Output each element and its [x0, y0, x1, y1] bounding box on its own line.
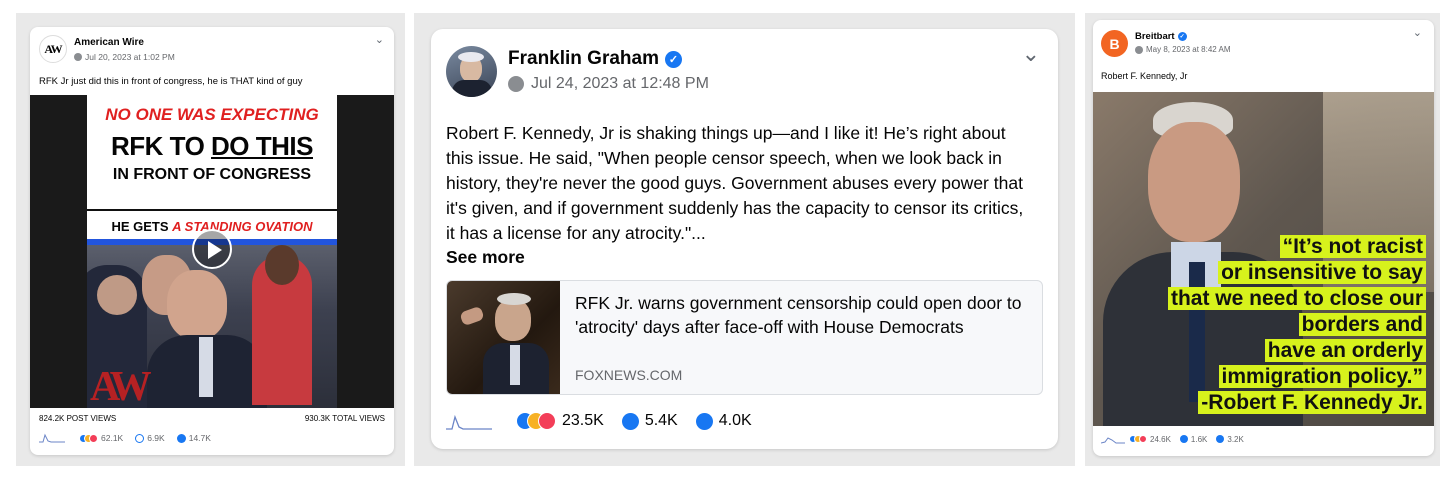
post-card-american-wire: AW American Wire Jul 20, 2023 at 1:02 PM…: [30, 27, 394, 455]
post-card-franklin-graham: Franklin Graham ✓ Jul 24, 2023 at 12:48 …: [431, 29, 1058, 449]
author-name[interactable]: Breitbart: [1135, 31, 1175, 42]
post-date[interactable]: Jul 24, 2023 at 12:48 PM: [531, 75, 709, 93]
total-views: 930.3K TOTAL VIEWS: [304, 414, 385, 423]
reaction-count[interactable]: 24.6K: [1150, 435, 1171, 444]
comment-icon[interactable]: [621, 412, 639, 430]
link-preview[interactable]: RFK Jr. warns government censorship coul…: [446, 280, 1043, 395]
quote-attribution: -Robert F. Kennedy Jr.: [1198, 391, 1426, 414]
author-avatar[interactable]: B: [1101, 30, 1128, 57]
post-date[interactable]: May 8, 2023 at 8:42 AM: [1146, 45, 1231, 54]
verified-icon: ✓: [665, 50, 682, 68]
headline-line-4b: A STANDING OVATION: [172, 219, 313, 234]
share-icon[interactable]: [1216, 435, 1225, 443]
reaction-icons[interactable]: [1129, 435, 1147, 443]
see-more-link[interactable]: See more: [446, 247, 525, 268]
reaction-icons[interactable]: [79, 433, 98, 443]
post-text: RFK Jr just did this in front of congres…: [39, 76, 303, 87]
link-title[interactable]: RFK Jr. warns government censorship coul…: [575, 291, 1030, 339]
sparkline-icon: [446, 414, 492, 430]
headline-line-3: IN FRONT OF CONGRESS: [112, 166, 312, 183]
reaction-count[interactable]: 23.5K: [562, 412, 604, 430]
author-name[interactable]: American Wire: [74, 37, 144, 48]
chevron-down-icon[interactable]: ⌄: [1413, 26, 1422, 39]
sparkline-icon: [39, 433, 65, 443]
headline-line-2a: RFK TO: [111, 131, 212, 161]
comment-count[interactable]: 6.9K: [147, 433, 165, 443]
author-logo-text: B: [1109, 35, 1120, 52]
post-text: Robert F. Kennedy, Jr is shaking things …: [446, 123, 1024, 243]
quote-line-5: have an orderly: [1264, 339, 1426, 362]
share-count[interactable]: 14.7K: [189, 433, 211, 443]
post-card-breitbart: B Breitbart ✓ May 8, 2023 at 8:42 AM ⌄ R…: [1093, 20, 1434, 456]
verified-icon: ✓: [1177, 32, 1187, 41]
globe-icon: [508, 76, 524, 92]
play-icon[interactable]: [192, 229, 232, 269]
headline-line-2b: DO THIS: [211, 131, 313, 161]
author-avatar[interactable]: AW: [39, 35, 67, 63]
quote-line-6: immigration policy.”: [1218, 365, 1426, 388]
headline-line-4a: HE GETS: [111, 219, 173, 234]
reaction-count[interactable]: 62.1K: [101, 433, 123, 443]
comment-count[interactable]: 1.6K: [1191, 435, 1207, 444]
author-name[interactable]: Franklin Graham: [508, 48, 659, 70]
quote-box: “It’s not racist or insensitive to say t…: [1167, 234, 1426, 416]
author-logo-text: AW: [44, 41, 62, 56]
link-thumbnail: [447, 281, 560, 394]
post-text: Robert F. Kennedy, Jr: [1101, 71, 1188, 81]
share-icon[interactable]: [695, 412, 713, 430]
globe-icon: [1135, 45, 1143, 54]
chevron-down-icon[interactable]: ⌄: [375, 33, 384, 46]
post-views: 824.2K POST VIEWS: [39, 414, 117, 423]
share-icon[interactable]: [176, 433, 186, 443]
chevron-down-icon[interactable]: ⌄: [1022, 41, 1040, 67]
share-count[interactable]: 3.2K: [1227, 435, 1243, 444]
comment-icon[interactable]: [1179, 435, 1188, 443]
headline-line-1: NO ONE WAS EXPECTING: [105, 105, 319, 124]
sparkline-icon: [1101, 437, 1125, 444]
quote-line-4: borders and: [1298, 313, 1426, 336]
post-image[interactable]: “It’s not racist or insensitive to say t…: [1093, 92, 1434, 426]
share-count[interactable]: 4.0K: [719, 412, 752, 430]
video-watermark: AW: [90, 364, 152, 410]
comment-count[interactable]: 5.4K: [645, 412, 678, 430]
quote-line-1: “It’s not racist: [1279, 235, 1426, 258]
globe-icon: [74, 53, 82, 61]
link-source: FOXNEWS.COM: [575, 367, 683, 383]
quote-line-3: that we need to close our: [1167, 287, 1426, 310]
post-date[interactable]: Jul 20, 2023 at 1:02 PM: [85, 52, 175, 62]
author-avatar[interactable]: [446, 46, 497, 97]
headline-box: NO ONE WAS EXPECTING RFK TO DO THIS IN F…: [87, 95, 337, 245]
reaction-icons[interactable]: [516, 412, 556, 430]
video-thumbnail[interactable]: NO ONE WAS EXPECTING RFK TO DO THIS IN F…: [30, 95, 394, 410]
quote-line-2: or insensitive to say: [1218, 261, 1426, 284]
comment-icon[interactable]: [135, 433, 145, 443]
